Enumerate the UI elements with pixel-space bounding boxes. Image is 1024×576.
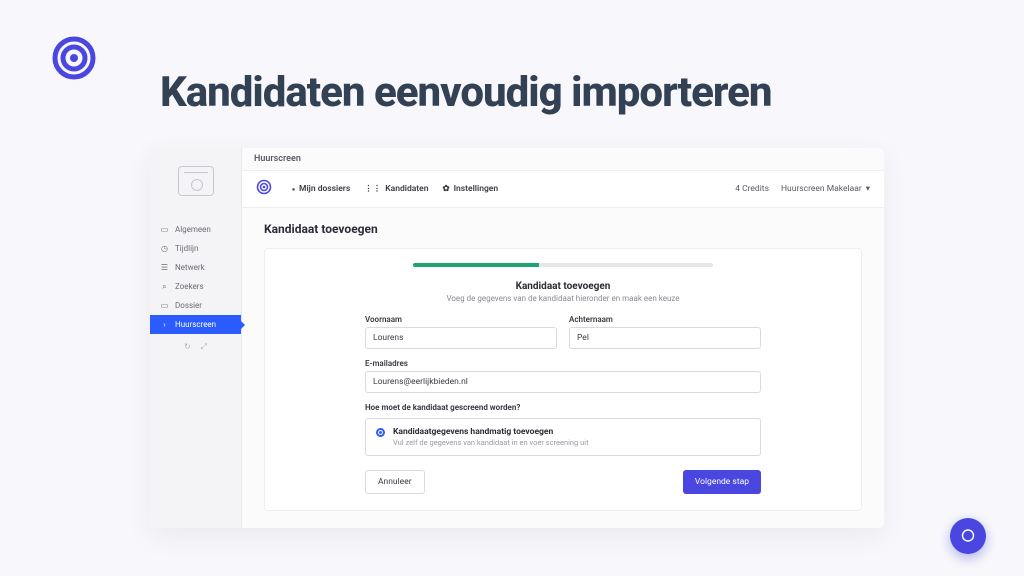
option-subtitle: Vul zelf de gegevens van kandidaat in en…	[393, 438, 589, 447]
sidebar-item-algemeen[interactable]: ▭ Algemeen	[150, 220, 241, 239]
brand-logo	[52, 36, 96, 84]
sidebar-item-huurscreen[interactable]: › Huurscreen	[150, 315, 241, 334]
progress-bar	[413, 263, 713, 267]
chat-icon	[960, 528, 976, 544]
sidebar-item-tijdlijn[interactable]: ◷ Tijdlijn	[150, 239, 241, 258]
topbar: ▪ Mijn dossiers ⋮⋮ Kandidaten ✿ Instelli…	[242, 171, 884, 208]
content: Kandidaat toevoegen Kandidaat toevoegen …	[242, 208, 884, 528]
option-manual[interactable]: Kandidaatgegevens handmatig toevoegen Vu…	[365, 418, 761, 456]
topbar-nav: ▪ Mijn dossiers ⋮⋮ Kandidaten ✿ Instelli…	[292, 184, 498, 195]
sidebar-item-label: Algemeen	[175, 225, 211, 234]
sidebar-item-label: Netwerk	[175, 263, 205, 272]
sidebar-item-label: Huurscreen	[175, 320, 216, 329]
credits-label: 4 Credits	[735, 184, 769, 194]
cancel-button[interactable]: Annuleer	[365, 470, 425, 494]
page-title: Kandidaten eenvoudig importeren	[160, 68, 772, 117]
content-title: Kandidaat toevoegen	[264, 222, 862, 236]
email-label: E-mailadres	[365, 359, 761, 368]
sidebar: ▭ Algemeen ◷ Tijdlijn ☰ Netwerk ⌕ Zoeker…	[150, 148, 242, 528]
calendar-icon: ▭	[160, 301, 169, 310]
nav-mijn-dossiers[interactable]: ▪ Mijn dossiers	[292, 184, 350, 195]
refresh-icon[interactable]: ↻	[184, 342, 191, 352]
screening-question: Hoe moet de kandidaat gescreend worden?	[365, 403, 761, 412]
chevron-down-icon: ▾	[866, 184, 870, 194]
folder-solid-icon: ▪	[292, 184, 295, 195]
option-title: Kandidaatgegevens handmatig toevoegen	[393, 427, 589, 437]
email-input[interactable]	[365, 371, 761, 393]
achternaam-input[interactable]	[569, 327, 761, 349]
folder-icon: ▭	[160, 225, 169, 234]
expand-icon[interactable]: ⤢	[201, 342, 207, 352]
nav-kandidaten[interactable]: ⋮⋮ Kandidaten	[364, 184, 428, 195]
nav-instellingen[interactable]: ✿ Instellingen	[442, 184, 498, 195]
user-menu[interactable]: Huurscreen Makelaar ▾	[781, 184, 870, 194]
nav-label: Mijn dossiers	[299, 184, 350, 194]
sidebar-item-dossier[interactable]: ▭ Dossier	[150, 296, 241, 315]
field-voornaam: Voornaam	[365, 315, 557, 349]
voornaam-input[interactable]	[365, 327, 557, 349]
breadcrumb: Huurscreen	[242, 148, 884, 171]
step-subtitle: Voeg de gegevens van de kandidaat hieron…	[365, 294, 761, 303]
nav-label: Instellingen	[454, 184, 499, 194]
clock-icon: ◷	[160, 244, 169, 253]
step-title: Kandidaat toevoegen	[365, 281, 761, 292]
main-panel: Huurscreen ▪ Mijn dossiers ⋮⋮ Kandidaten	[242, 148, 884, 528]
form-card: Kandidaat toevoegen Voeg de gegevens van…	[264, 248, 862, 511]
eye-icon: ☰	[160, 263, 169, 272]
progress-fill	[413, 263, 539, 267]
sidebar-item-label: Tijdlijn	[175, 244, 198, 253]
app-logo-icon	[256, 179, 272, 199]
sidebar-footer: ↻ ⤢	[150, 334, 241, 360]
next-button[interactable]: Volgende stap	[683, 470, 761, 494]
field-email: E-mailadres	[365, 359, 761, 393]
voornaam-label: Voornaam	[365, 315, 557, 324]
field-achternaam: Achternaam	[569, 315, 761, 349]
sidebar-item-netwerk[interactable]: ☰ Netwerk	[150, 258, 241, 277]
chevron-right-icon: ›	[160, 320, 169, 329]
chat-fab[interactable]	[950, 518, 986, 554]
sidebar-item-zoekers[interactable]: ⌕ Zoekers	[150, 277, 241, 296]
sidebar-item-label: Zoekers	[175, 282, 204, 291]
achternaam-label: Achternaam	[569, 315, 761, 324]
search-icon: ⌕	[160, 282, 169, 291]
radio-selected-icon	[376, 428, 385, 437]
users-icon: ⋮⋮	[364, 184, 381, 194]
nav-label: Kandidaten	[385, 184, 428, 194]
gear-icon: ✿	[442, 184, 449, 194]
sidebar-item-label: Dossier	[175, 301, 202, 310]
user-name: Huurscreen Makelaar	[781, 184, 862, 194]
app-frame: ▭ Algemeen ◷ Tijdlijn ☰ Netwerk ⌕ Zoeker…	[150, 148, 884, 528]
camera-placeholder-icon	[178, 166, 214, 196]
